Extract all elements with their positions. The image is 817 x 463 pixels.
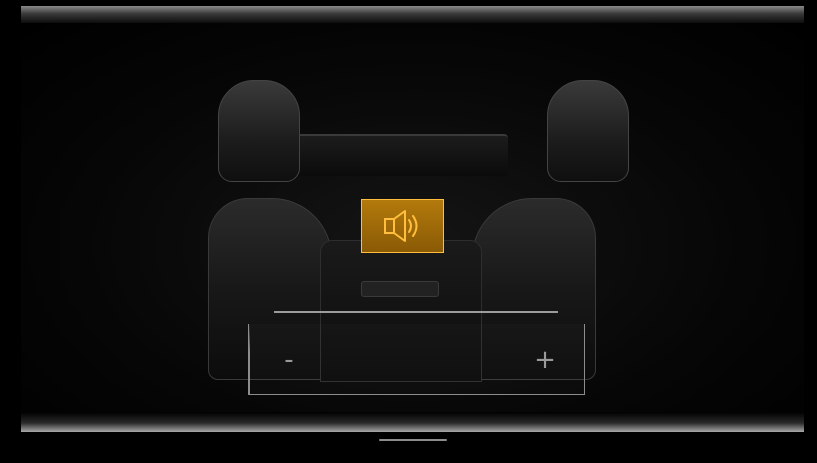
- right-headrest: [547, 80, 629, 182]
- top-bezel: [21, 6, 804, 23]
- volume-control: - +: [248, 324, 585, 395]
- app-frame: - +: [0, 0, 817, 463]
- left-headrest: [218, 80, 300, 182]
- volume-level-bar[interactable]: [274, 311, 558, 313]
- bottom-bezel: [21, 412, 804, 432]
- home-indicator[interactable]: [379, 439, 447, 441]
- console-slot: [361, 281, 439, 297]
- volume-up-button[interactable]: +: [525, 340, 565, 380]
- audio-mute-button[interactable]: [361, 199, 444, 253]
- volume-down-button[interactable]: -: [269, 340, 309, 380]
- speaker-volume-icon: [383, 210, 417, 242]
